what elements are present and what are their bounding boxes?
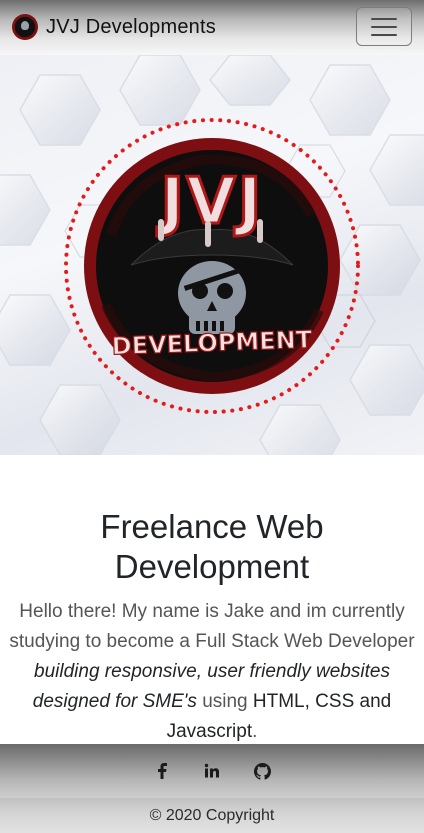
facebook-icon	[158, 763, 167, 779]
brand-link[interactable]: JVJ Developments	[12, 13, 216, 41]
navbar: JVJ Developments	[0, 0, 424, 55]
navbar-toggle-button[interactable]	[356, 7, 412, 46]
github-link[interactable]	[252, 760, 272, 782]
intro-paragraph: Hello there! My name is Jake and im curr…	[9, 601, 415, 742]
intro-text-using: using	[196, 691, 253, 712]
footer: © 2020 Copyright	[0, 744, 424, 833]
copyright-text: © 2020 Copyright	[149, 806, 275, 824]
intro-text: Hello there! My name is Jake and im curr…	[9, 601, 415, 652]
jvj-skull-logo-icon	[12, 14, 38, 40]
social-links	[0, 760, 424, 782]
copyright-bar: © 2020 Copyright	[0, 798, 424, 833]
linkedin-link[interactable]	[202, 760, 222, 782]
hamburger-menu-icon	[371, 17, 397, 20]
linkedin-icon	[204, 763, 219, 778]
github-icon	[253, 762, 271, 780]
page-title: Freelance Web Development	[100, 508, 324, 585]
intro-section: Freelance Web Development Hello there! M…	[0, 455, 424, 744]
hero-section: JVJ DEVELOPMENT	[0, 55, 424, 455]
jvj-development-logo: JVJ DEVELOPMENT	[64, 118, 360, 414]
brand-name: JVJ Developments	[46, 15, 216, 38]
facebook-link[interactable]	[152, 760, 172, 782]
